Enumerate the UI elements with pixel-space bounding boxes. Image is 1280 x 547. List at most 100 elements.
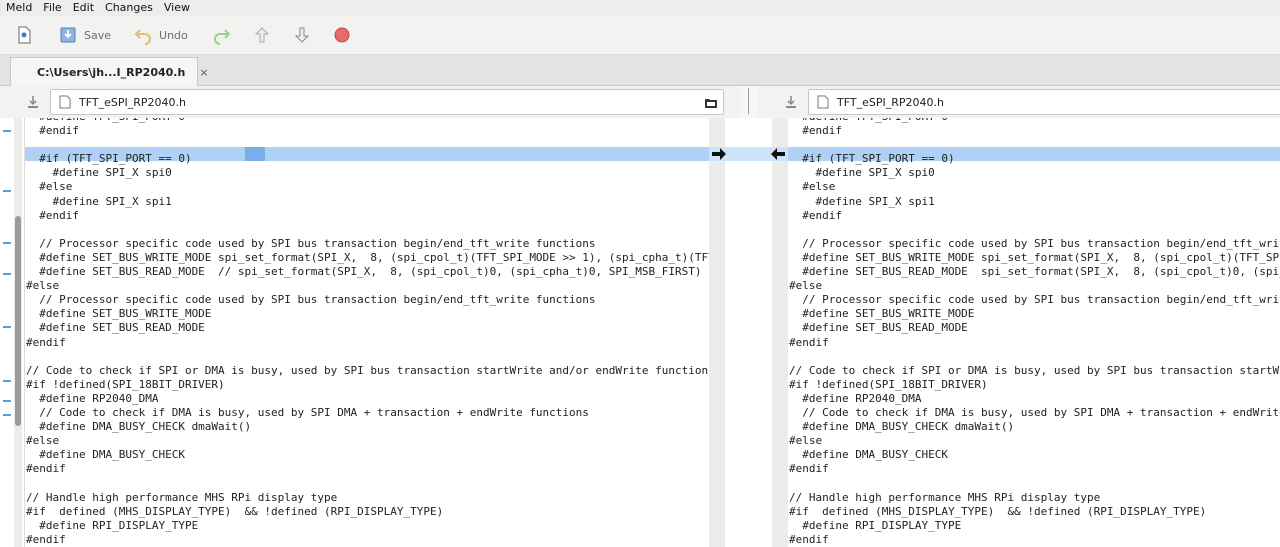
code-line: #define SET_BUS_READ_MODE spi_set_format… <box>802 265 1280 279</box>
save-file-icon[interactable] <box>783 94 799 110</box>
code-line: #if defined (MHS_DISPLAY_TYPE) && !defin… <box>789 504 1207 518</box>
code-line: #endif <box>789 208 842 222</box>
right-link-strip <box>772 118 788 547</box>
redo-button[interactable] <box>208 20 236 50</box>
code-line: #endif <box>789 335 829 349</box>
menu-changes[interactable]: Changes <box>99 0 158 16</box>
left-file-name: TFT_eSPI_RP2040.h <box>79 95 186 109</box>
menu-bar: Meld File Edit Changes View <box>0 0 1280 16</box>
previous-change-icon <box>254 27 269 43</box>
code-line: #if !defined(SPI_18BIT_DRIVER) <box>26 377 225 391</box>
code-line: #endif <box>26 124 79 138</box>
code-line: // Code to check if SPI or DMA is busy, … <box>789 363 1280 377</box>
undo-icon <box>134 29 151 45</box>
stop-button[interactable] <box>328 20 356 50</box>
undo-label: Undo <box>159 28 188 42</box>
change-marker[interactable] <box>3 130 11 132</box>
tab-comparison[interactable]: C:\Users\jh...I_RP2040.h × <box>10 57 209 86</box>
change-marker[interactable] <box>3 190 11 192</box>
save-file-icon[interactable] <box>25 94 41 110</box>
left-code-text: #define TFT_SPI_PORT 0 #endif #if (TFT_S… <box>26 118 709 547</box>
diff-link-area <box>709 118 788 547</box>
vertical-scrollbar[interactable] <box>14 118 22 547</box>
code-line: #define DMA_BUSY_CHECK <box>26 448 185 462</box>
code-line: #define DMA_BUSY_CHECK dmaWait() <box>26 420 252 434</box>
right-file-name: TFT_eSPI_RP2040.h <box>837 95 944 109</box>
menu-file[interactable]: File <box>37 0 66 16</box>
code-line: #if (TFT_SPI_PORT == 0) <box>789 152 955 166</box>
code-line: // Processor specific code used by SPI b… <box>26 293 596 307</box>
right-code-pane[interactable]: #define TFT_SPI_PORT 0 #endif #if (TFT_S… <box>788 118 1280 547</box>
code-line: #define SET_BUS_READ_MODE <box>26 321 205 335</box>
code-line: #endif <box>789 532 829 546</box>
code-line: // Processor specific code used by SPI b… <box>802 293 1280 307</box>
close-icon[interactable]: × <box>199 66 208 79</box>
code-line: #define DMA_BUSY_CHECK dmaWait() <box>789 420 1015 434</box>
code-line: #else <box>789 279 823 293</box>
right-file-bar: TFT_eSPI_RP2040.h <box>758 86 1280 118</box>
change-marker[interactable] <box>3 400 11 402</box>
code-line: #else <box>789 434 823 448</box>
change-marker[interactable] <box>3 414 11 416</box>
redo-icon <box>213 29 231 45</box>
code-line: #define SPI_X spi1 <box>789 194 935 208</box>
code-line: #endif <box>26 462 66 476</box>
code-line: // Code to check if DMA is busy, used by… <box>802 405 1280 419</box>
push-right-arrow-icon[interactable] <box>711 147 727 161</box>
change-marker[interactable] <box>3 380 11 382</box>
next-change-button[interactable] <box>288 20 316 50</box>
code-line: // Processor specific code used by SPI b… <box>802 236 1280 250</box>
code-line: #else <box>26 279 60 293</box>
change-marker[interactable] <box>3 273 11 275</box>
previous-change-button[interactable] <box>248 20 276 50</box>
code-line: #define SPI_X spi0 <box>789 166 935 180</box>
change-marker[interactable] <box>3 326 11 328</box>
save-label: Save <box>84 28 112 42</box>
code-line: #define RPI_DISPLAY_TYPE <box>26 518 199 532</box>
code-line: #define SET_BUS_WRITE_MODE spi_set_forma… <box>39 250 709 264</box>
change-marker[interactable] <box>3 242 11 244</box>
code-line: #else <box>26 180 73 194</box>
left-code-pane[interactable]: #define TFT_SPI_PORT 0 #endif #if (TFT_S… <box>25 118 709 547</box>
push-left-arrow-icon[interactable] <box>770 147 786 161</box>
menu-meld[interactable]: Meld <box>0 0 37 16</box>
next-change-icon <box>294 27 309 43</box>
code-line: #if defined (MHS_DISPLAY_TYPE) && !defin… <box>26 504 444 518</box>
code-line: #else <box>789 180 836 194</box>
right-file-chooser[interactable]: TFT_eSPI_RP2040.h <box>808 89 1280 115</box>
code-line: #define SET_BUS_WRITE_MODE <box>26 307 212 321</box>
new-comparison-button[interactable] <box>10 20 38 50</box>
code-line: #else <box>26 434 60 448</box>
code-line: // Code to check if DMA is busy, used by… <box>26 405 589 419</box>
code-line: #endif <box>789 462 829 476</box>
left-file-chooser[interactable]: TFT_eSPI_RP2040.h <box>50 89 724 115</box>
save-icon <box>60 27 76 43</box>
code-line: // Handle high performance MHS RPi displ… <box>789 490 1101 504</box>
tab-bar: C:\Users\jh...I_RP2040.h × <box>0 55 1280 86</box>
code-line: // Code to check if SPI or DMA is busy, … <box>26 363 709 377</box>
code-line: #define SET_BUS_READ_MODE <box>789 321 968 335</box>
open-folder-icon[interactable] <box>703 94 719 110</box>
toolbar: Save Undo <box>0 16 1280 55</box>
scrollbar-thumb[interactable] <box>15 216 21 426</box>
tab-label: C:\Users\jh...I_RP2040.h <box>37 65 186 79</box>
undo-button[interactable]: Undo <box>129 20 192 50</box>
code-line: // Processor specific code used by SPI b… <box>26 236 596 250</box>
menu-view[interactable]: View <box>158 0 195 16</box>
code-line: #if !defined(SPI_18BIT_DRIVER) <box>789 377 988 391</box>
code-line: #define SPI_X spi0 <box>26 166 172 180</box>
code-line: #define RP2040_DMA <box>789 391 922 405</box>
code-line: #define RPI_DISPLAY_TYPE <box>789 518 962 532</box>
code-line: #endif <box>26 208 79 222</box>
code-line: #endif <box>26 335 66 349</box>
menu-edit[interactable]: Edit <box>67 0 99 16</box>
save-button[interactable]: Save <box>54 20 115 50</box>
